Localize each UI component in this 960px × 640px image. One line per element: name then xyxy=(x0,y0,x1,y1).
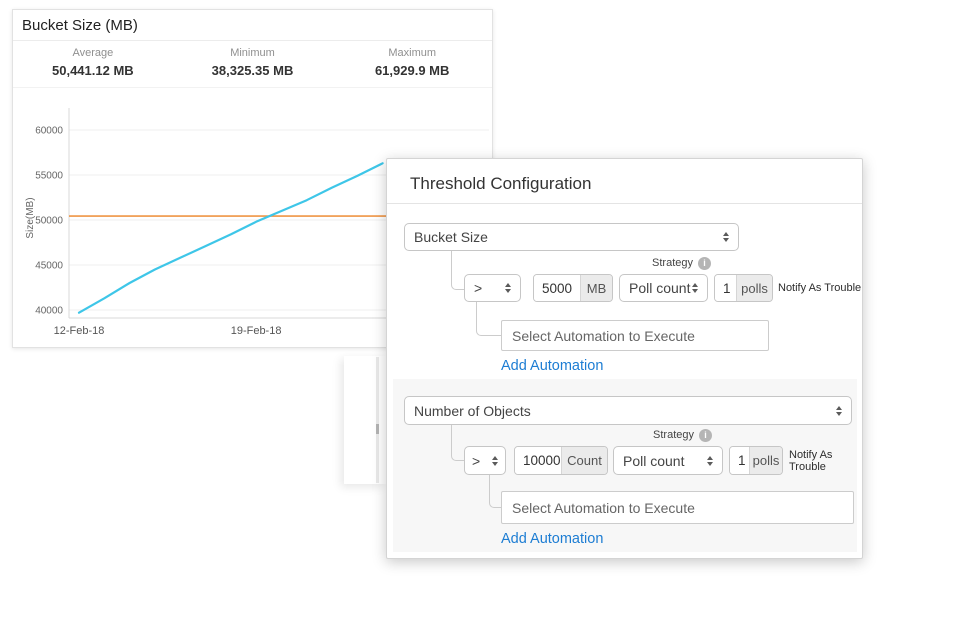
chart-title: Bucket Size (MB) xyxy=(13,10,492,41)
strategy-type-value: Poll count xyxy=(629,280,690,296)
y-axis-title: Size(MB) xyxy=(25,197,36,238)
background-card xyxy=(344,356,386,484)
updown-spinner-icon xyxy=(692,283,698,293)
updown-spinner-icon xyxy=(723,232,729,242)
add-automation-link[interactable]: Add Automation xyxy=(501,358,603,374)
stat-maximum-label: Maximum xyxy=(332,47,492,59)
strategy-label-row: Strategy i xyxy=(652,256,711,270)
poll-count-group: 1 polls xyxy=(714,274,773,302)
attribute-select-value: Number of Objects xyxy=(414,403,531,419)
attribute-select[interactable]: Number of Objects xyxy=(404,396,852,425)
y-tick-label: 60000 xyxy=(35,126,63,137)
poll-count-input[interactable]: 1 xyxy=(715,275,736,301)
y-tick-label: 45000 xyxy=(35,261,63,272)
select-automation-input[interactable]: Select Automation to Execute xyxy=(501,491,854,524)
info-icon[interactable]: i xyxy=(698,257,711,270)
strategy-label: Strategy xyxy=(653,429,694,441)
updown-spinner-icon xyxy=(505,283,511,293)
poll-count-group: 1 polls xyxy=(729,446,783,475)
scrollbar-thumb[interactable] xyxy=(376,424,379,434)
operator-select[interactable]: > xyxy=(464,446,506,475)
threshold-panel-title: Threshold Configuration xyxy=(387,159,862,204)
updown-spinner-icon xyxy=(836,406,842,416)
strategy-label-row: Strategy i xyxy=(653,428,712,442)
poll-unit-label: polls xyxy=(749,447,782,474)
y-tick-label: 55000 xyxy=(35,171,63,182)
strategy-label: Strategy xyxy=(652,257,693,269)
x-tick-label: 12-Feb-18 xyxy=(54,325,105,337)
operator-select-value: > xyxy=(472,453,480,469)
threshold-value-input[interactable]: 10000 xyxy=(515,447,561,474)
series-line xyxy=(79,163,383,312)
poll-count-input[interactable]: 1 xyxy=(730,447,749,474)
poll-unit-label: polls xyxy=(736,275,772,301)
chart-stats-row: Average 50,441.12 MB Minimum 38,325.35 M… xyxy=(13,41,492,88)
threshold-value-input[interactable]: 5000 xyxy=(534,275,580,301)
attribute-select[interactable]: Bucket Size xyxy=(404,223,739,251)
updown-spinner-icon xyxy=(707,456,713,466)
stat-average-label: Average xyxy=(13,47,173,59)
stat-minimum: Minimum 38,325.35 MB xyxy=(173,47,333,78)
notify-as-trouble-label: Notify As Trouble xyxy=(789,446,862,475)
page-background: Bucket Size (MB) Average 50,441.12 MB Mi… xyxy=(0,0,960,640)
tree-connector xyxy=(451,425,465,461)
strategy-type-select[interactable]: Poll count xyxy=(619,274,708,302)
stat-minimum-value: 38,325.35 MB xyxy=(173,63,333,78)
stat-average: Average 50,441.12 MB xyxy=(13,47,173,78)
threshold-unit-label: MB xyxy=(580,275,612,301)
select-automation-input[interactable]: Select Automation to Execute xyxy=(501,320,769,351)
updown-spinner-icon xyxy=(492,456,498,466)
strategy-type-select[interactable]: Poll count xyxy=(613,446,723,475)
info-icon[interactable]: i xyxy=(699,429,712,442)
operator-select-value: > xyxy=(474,280,482,296)
threshold-unit-label: Count xyxy=(561,447,607,474)
add-automation-link[interactable]: Add Automation xyxy=(501,531,603,547)
threshold-value-group: 10000 Count xyxy=(514,446,608,475)
x-tick-label: 19-Feb-18 xyxy=(231,325,282,337)
stat-average-value: 50,441.12 MB xyxy=(13,63,173,78)
threshold-value-group: 5000 MB xyxy=(533,274,613,302)
y-tick-label: 40000 xyxy=(35,306,63,317)
y-tick-label: 50000 xyxy=(35,216,63,227)
stat-minimum-label: Minimum xyxy=(173,47,333,59)
scrollbar-track[interactable] xyxy=(376,357,379,483)
threshold-configuration-panel: Threshold Configuration Bucket Size Stra… xyxy=(386,158,863,559)
notify-as-trouble-label: Notify As Trouble xyxy=(778,274,861,302)
attribute-select-value: Bucket Size xyxy=(414,229,488,245)
stat-maximum: Maximum 61,929.9 MB xyxy=(332,47,492,78)
tree-connector xyxy=(451,251,465,290)
tree-connector xyxy=(476,302,502,336)
operator-select[interactable]: > xyxy=(464,274,521,302)
strategy-type-value: Poll count xyxy=(623,453,684,469)
stat-maximum-value: 61,929.9 MB xyxy=(332,63,492,78)
